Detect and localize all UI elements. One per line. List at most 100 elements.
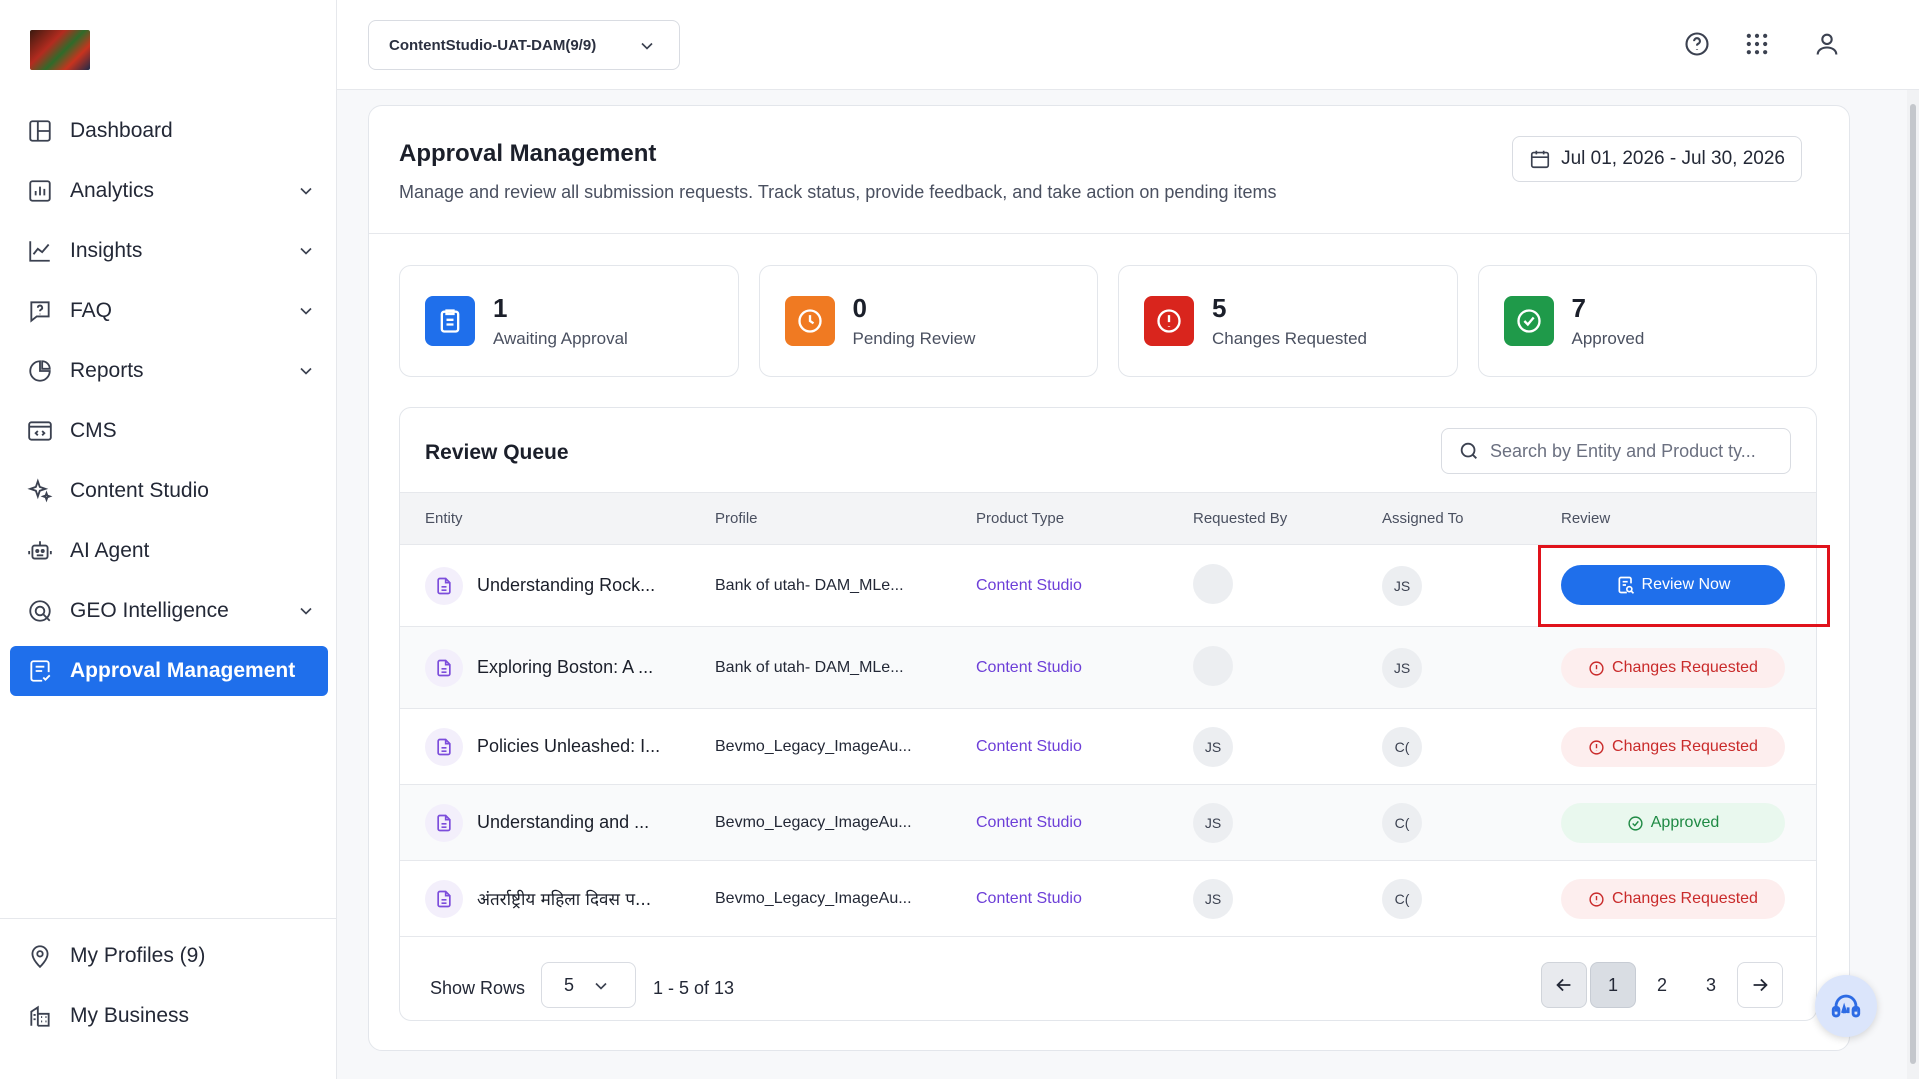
location-pin-icon bbox=[26, 942, 54, 970]
table-row[interactable]: अंतर्राष्ट्रीय महिला दिवस प... Bevmo_Leg… bbox=[400, 861, 1816, 937]
user-icon[interactable] bbox=[1813, 30, 1841, 58]
sidebar-item-label: CMS bbox=[70, 419, 117, 442]
sidebar-item-label: GEO Intelligence bbox=[70, 599, 229, 622]
sidebar-bottom-nav: My Profiles (9) My Business bbox=[0, 918, 337, 1051]
sidebar-item-dashboard[interactable]: Dashboard bbox=[10, 106, 328, 156]
stat-value: 5 bbox=[1212, 293, 1227, 323]
ai-assistant-button[interactable] bbox=[1815, 975, 1877, 1037]
entity-name[interactable]: Exploring Boston: A ... bbox=[477, 657, 653, 678]
table-row[interactable]: Policies Unleashed: I... Bevmo_Legacy_Im… bbox=[400, 709, 1816, 785]
profile-name: Bank of utah- DAM_MLe... bbox=[715, 659, 904, 676]
page-button-3[interactable]: 3 bbox=[1688, 962, 1734, 1008]
table-row[interactable]: Exploring Boston: A ... Bank of utah- DA… bbox=[400, 627, 1816, 709]
column-header-entity: Entity bbox=[425, 510, 463, 527]
stat-card-approved[interactable]: 7 Approved bbox=[1477, 265, 1817, 377]
status-badge: Changes Requested bbox=[1561, 879, 1785, 919]
sidebar-item-cms[interactable]: CMS bbox=[10, 406, 328, 456]
sidebar-item-content-studio[interactable]: Content Studio bbox=[10, 466, 328, 516]
table-row[interactable]: Understanding Rock... Bank of utah- DAM_… bbox=[400, 545, 1830, 627]
alert-circle-icon bbox=[1589, 739, 1604, 755]
page-button-2[interactable]: 2 bbox=[1639, 962, 1685, 1008]
document-icon bbox=[425, 728, 463, 766]
page-scrollbar[interactable] bbox=[1907, 90, 1919, 1079]
column-header-assigned-to: Assigned To bbox=[1382, 510, 1464, 527]
calendar-icon bbox=[1530, 150, 1550, 169]
date-range-picker[interactable]: Jul 01, 2026 - Jul 30, 2026 bbox=[1512, 136, 1802, 182]
stat-value: 7 bbox=[1571, 293, 1586, 323]
prev-page-button[interactable] bbox=[1541, 962, 1587, 1008]
next-page-button[interactable] bbox=[1737, 962, 1783, 1008]
stat-card-awaiting-approval[interactable]: 1 Awaiting Approval bbox=[399, 265, 739, 377]
chevron-down-icon[interactable] bbox=[296, 601, 316, 621]
entity-name[interactable]: Understanding Rock... bbox=[477, 575, 655, 596]
sidebar-item-faq[interactable]: FAQ bbox=[10, 286, 328, 336]
avatar bbox=[1193, 564, 1233, 604]
sparkles-icon bbox=[26, 477, 54, 505]
review-queue: Review Queue Search by Entity and Produc… bbox=[399, 407, 1830, 1021]
table-header: Entity Profile Product Type Requested By… bbox=[400, 492, 1816, 545]
review-now-button[interactable]: Review Now bbox=[1561, 565, 1785, 605]
search-input[interactable]: Search by Entity and Product ty... bbox=[1441, 428, 1791, 474]
stat-card-pending-review[interactable]: 0 Pending Review bbox=[758, 265, 1098, 377]
avatar: JS bbox=[1382, 648, 1422, 688]
analytics-icon bbox=[26, 177, 54, 205]
sidebar-item-my-profiles[interactable]: My Profiles (9) bbox=[10, 931, 327, 981]
avatar: JS bbox=[1193, 879, 1233, 919]
stats-row: 1 Awaiting Approval 0 Pending Review 5 C… bbox=[399, 265, 1817, 377]
sidebar-item-analytics[interactable]: Analytics bbox=[10, 166, 328, 216]
reports-icon bbox=[26, 357, 54, 385]
pagination-range: 1 - 5 of 13 bbox=[653, 978, 735, 998]
document-icon bbox=[425, 804, 463, 842]
avatar: JS bbox=[1382, 566, 1422, 606]
product-type-link[interactable]: Content Studio bbox=[976, 659, 1082, 677]
chevron-down-icon[interactable] bbox=[296, 241, 316, 261]
brand-logo[interactable] bbox=[30, 30, 90, 70]
sidebar-item-label: Analytics bbox=[70, 179, 155, 202]
stat-card-changes-requested[interactable]: 5 Changes Requested bbox=[1118, 265, 1458, 377]
workspace-selector[interactable]: ContentStudio-UAT-DAM(9/9) bbox=[368, 20, 680, 70]
entity-name[interactable]: Understanding and ... bbox=[477, 812, 649, 833]
divider bbox=[369, 233, 1849, 234]
sidebar-item-my-business[interactable]: My Business bbox=[10, 991, 327, 1041]
chevron-down-icon[interactable] bbox=[296, 181, 316, 201]
show-rows-label: Show Rows bbox=[430, 978, 526, 998]
scrollbar-thumb[interactable] bbox=[1910, 104, 1916, 1064]
profile-name: Bevmo_Legacy_ImageAu... bbox=[715, 738, 912, 755]
sidebar-item-reports[interactable]: Reports bbox=[10, 346, 328, 396]
sidebar-item-ai-agent[interactable]: AI Agent bbox=[10, 526, 328, 576]
entity-name[interactable]: Policies Unleashed: I... bbox=[477, 736, 660, 757]
review-queue-title: Review Queue bbox=[425, 441, 569, 464]
approval-management-card: Approval Management Manage and review al… bbox=[368, 105, 1850, 1051]
sidebar-item-label: Content Studio bbox=[70, 479, 209, 502]
page-button-1[interactable]: 1 bbox=[1590, 962, 1636, 1008]
status-label: Changes Requested bbox=[1612, 890, 1758, 907]
column-header-product-type: Product Type bbox=[976, 510, 1065, 527]
help-icon[interactable] bbox=[1683, 30, 1711, 58]
entity-name[interactable]: अंतर्राष्ट्रीय महिला दिवस प... bbox=[477, 887, 651, 910]
stat-label: Approved bbox=[1571, 329, 1645, 348]
chevron-down-icon[interactable] bbox=[296, 361, 316, 381]
table-row[interactable]: Understanding and ... Bevmo_Legacy_Image… bbox=[400, 785, 1816, 861]
faq-icon bbox=[26, 297, 54, 325]
apps-grid-icon[interactable] bbox=[1743, 30, 1771, 58]
workspace-label: ContentStudio-UAT-DAM(9/9) bbox=[389, 36, 597, 54]
rows-per-page-value: 5 bbox=[564, 974, 575, 995]
sidebar-item-geo-intelligence[interactable]: GEO Intelligence bbox=[10, 586, 328, 636]
column-header-review: Review bbox=[1561, 510, 1611, 527]
chevron-down-icon[interactable] bbox=[296, 301, 316, 321]
clock-icon bbox=[784, 296, 835, 346]
product-type-link[interactable]: Content Studio bbox=[976, 814, 1082, 832]
product-type-link[interactable]: Content Studio bbox=[976, 738, 1082, 756]
product-type-link[interactable]: Content Studio bbox=[976, 577, 1082, 595]
product-type-link[interactable]: Content Studio bbox=[976, 890, 1082, 908]
geo-icon bbox=[26, 597, 54, 625]
sidebar-item-approval-management[interactable]: Approval Management bbox=[10, 646, 328, 696]
stat-label: Awaiting Approval bbox=[493, 329, 628, 348]
topbar: ContentStudio-UAT-DAM(9/9) bbox=[337, 0, 1919, 90]
sidebar-item-label: Reports bbox=[70, 359, 144, 382]
sidebar-item-insights[interactable]: Insights bbox=[10, 226, 328, 276]
sidebar-item-label: AI Agent bbox=[70, 539, 150, 562]
rows-per-page-select[interactable]: 5 bbox=[541, 962, 636, 1008]
search-icon bbox=[1460, 442, 1477, 459]
sidebar-item-label: Insights bbox=[70, 239, 143, 262]
